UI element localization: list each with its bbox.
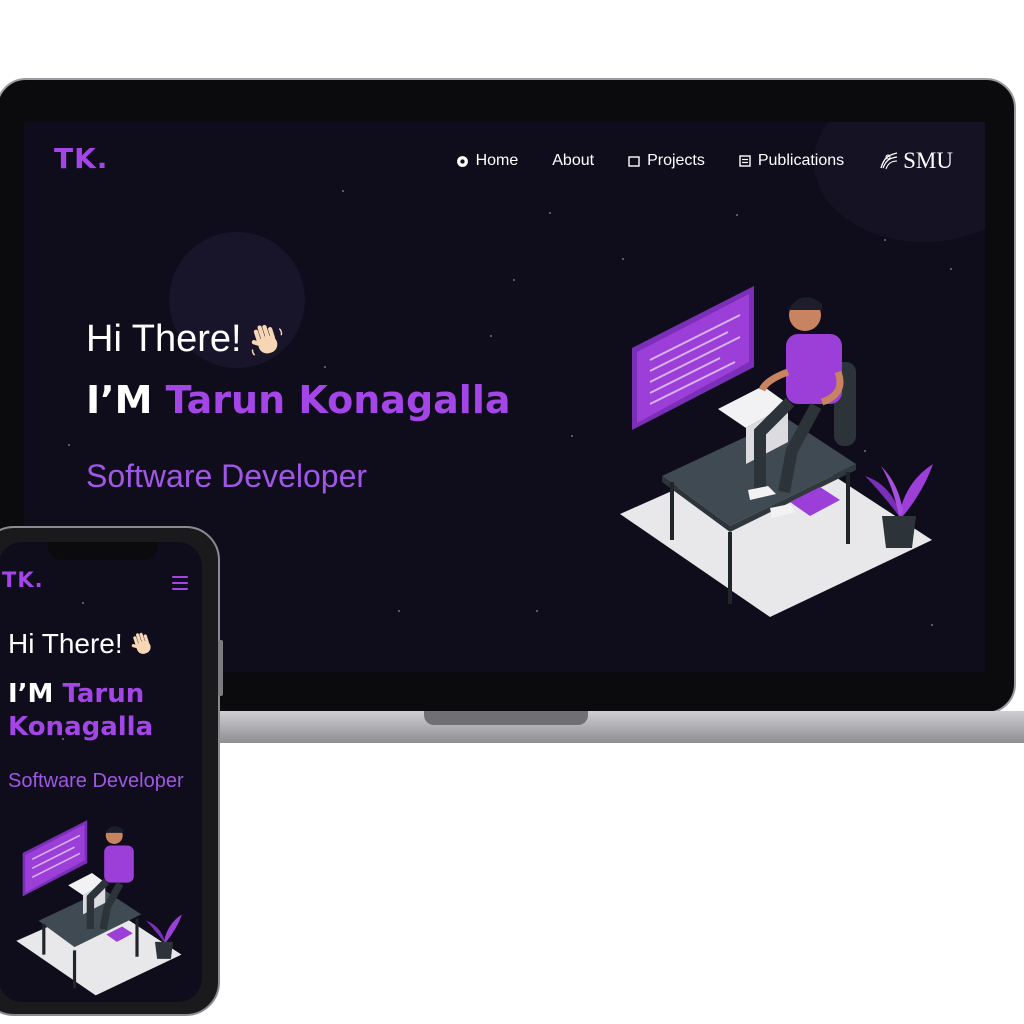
phone-frame: TK. Hi There! I’M Tarun Konagalla Softwa <box>0 526 220 1016</box>
nav-item-about[interactable]: About <box>552 152 594 170</box>
mobile-role-title: Software Developer <box>8 770 184 792</box>
nav-item-home[interactable]: Home <box>456 152 519 170</box>
background-glow <box>814 122 985 242</box>
role-title: Software Developer <box>86 458 368 494</box>
laptop-trackpad-notch <box>424 711 588 725</box>
waving-hand-icon <box>131 632 151 654</box>
nav-item-publications[interactable]: Publications <box>739 152 844 170</box>
star <box>950 268 952 270</box>
nav-label: Home <box>475 152 519 169</box>
star <box>884 239 886 241</box>
star <box>931 624 933 626</box>
name-prefix: I’M <box>86 378 153 422</box>
star <box>490 335 492 337</box>
nav-label: About <box>552 152 595 169</box>
star <box>536 610 538 612</box>
greeting-text: Hi There! <box>8 628 123 659</box>
name-first: Tarun <box>62 679 145 709</box>
mobile-site-logo[interactable]: TK. <box>2 568 44 592</box>
star <box>549 212 551 214</box>
waving-hand-icon <box>251 324 282 356</box>
main-navigation: Home About Projects Publications SMU <box>456 148 953 174</box>
phone-notch <box>48 542 158 560</box>
star <box>398 610 400 612</box>
mobile-developer-illustration <box>16 820 182 996</box>
mobile-screen: TK. Hi There! I’M Tarun Konagalla Softwa <box>0 542 202 1002</box>
smu-logo[interactable]: SMU <box>878 148 953 174</box>
star <box>68 444 70 446</box>
star <box>82 602 84 604</box>
mobile-greeting: Hi There! <box>8 628 157 660</box>
mobile-hero-name: I’M Tarun Konagalla <box>8 678 153 744</box>
nav-item-projects[interactable]: Projects <box>628 152 705 170</box>
publications-icon <box>739 155 751 167</box>
nav-label: Publications <box>757 152 845 169</box>
greeting-text: Hi There! <box>86 318 242 360</box>
greeting: Hi There! <box>86 318 286 361</box>
name-prefix: I’M <box>8 679 54 709</box>
star <box>342 190 344 192</box>
star <box>571 435 573 437</box>
star <box>736 214 738 216</box>
developer-illustration <box>620 286 933 617</box>
home-icon <box>456 155 468 167</box>
smu-crest-icon <box>880 152 898 170</box>
star <box>324 366 326 368</box>
name-highlight: Tarun Konagalla <box>165 378 511 422</box>
smu-wordmark: SMU <box>903 148 953 173</box>
star <box>622 258 624 260</box>
phone-side-button <box>218 640 223 696</box>
laptop-base <box>214 711 1024 743</box>
projects-icon <box>628 155 640 167</box>
nav-label: Projects <box>647 152 705 169</box>
hamburger-menu-icon[interactable] <box>172 576 188 594</box>
name-last: Konagalla <box>8 712 154 742</box>
star <box>513 279 515 281</box>
site-logo[interactable]: TK. <box>54 142 108 175</box>
hero-name: I’M Tarun Konagalla <box>86 378 510 422</box>
